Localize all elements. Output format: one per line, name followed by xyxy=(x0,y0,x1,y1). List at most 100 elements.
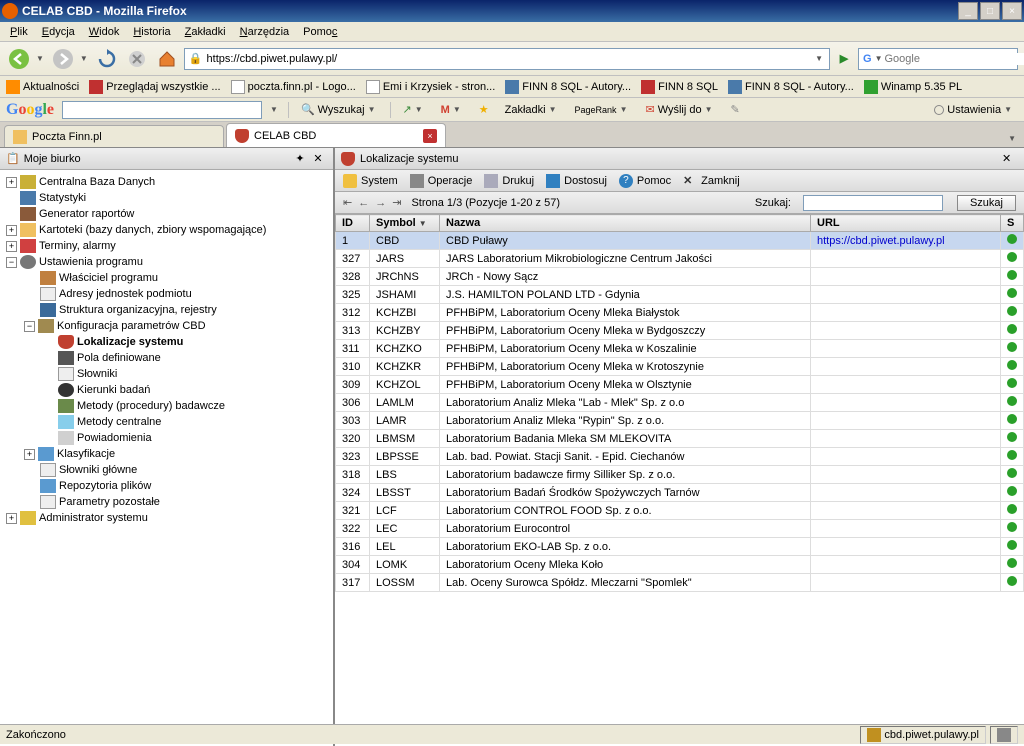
google-wyslij[interactable]: ✉Wyślij do▼ xyxy=(641,103,718,116)
bookmark-przegladaj[interactable]: Przeglądaj wszystkie ... xyxy=(89,80,220,94)
table-row[interactable]: 322LECLaboratorium Eurocontrol xyxy=(336,520,1024,538)
tree-node-powiadomienia[interactable]: Powiadomienia xyxy=(0,430,333,446)
grid-search-button[interactable]: Szukaj xyxy=(957,195,1016,211)
search-input[interactable] xyxy=(884,53,1024,65)
forward-dropdown[interactable]: ▼ xyxy=(78,54,90,63)
cell-url[interactable]: https://cbd.piwet.pulawy.pl xyxy=(811,232,1001,250)
table-row[interactable]: 312KCHZBIPFHBiPM, Laboratorium Oceny Mle… xyxy=(336,304,1024,322)
toolbar-system[interactable]: System xyxy=(343,174,398,188)
tab-poczta[interactable]: Poczta Finn.pl xyxy=(4,125,224,147)
table-row[interactable]: 328JRChNSJRCh - Nowy Sącz xyxy=(336,268,1024,286)
tree-node-slowniki-glowne[interactable]: Słowniki główne xyxy=(0,462,333,478)
url-bar[interactable]: 🔒 ▼ xyxy=(184,48,830,70)
bookmark-poczta[interactable]: poczta.finn.pl - Logo... xyxy=(231,80,356,94)
table-row[interactable]: 325JSHAMIJ.S. HAMILTON POLAND LTD - Gdyn… xyxy=(336,286,1024,304)
close-window-button[interactable]: × xyxy=(1002,2,1022,20)
google-gmail[interactable]: M▼ xyxy=(437,104,467,116)
google-ustawienia[interactable]: Ustawienia▼ xyxy=(930,104,1018,116)
minimize-button[interactable]: _ xyxy=(958,2,978,20)
table-row[interactable]: 303LAMRLaboratorium Analiz Mleka "Rypin"… xyxy=(336,412,1024,430)
forward-button[interactable] xyxy=(50,46,76,72)
table-row[interactable]: 327JARSJARS Laboratorium Mikrobiologiczn… xyxy=(336,250,1024,268)
toolbar-zamknij[interactable]: ✕Zamknij xyxy=(683,174,740,188)
tree-node-repozytoria[interactable]: Repozytoria plików xyxy=(0,478,333,494)
table-row[interactable]: 304LOMKLaboratorium Oceny Mleka Koło xyxy=(336,556,1024,574)
table-row[interactable]: 323LBPSSELab. bad. Powiat. Stacji Sanit.… xyxy=(336,448,1024,466)
tree-node-parametry[interactable]: Parametry pozostałe xyxy=(0,494,333,510)
bookmark-finn3[interactable]: FINN 8 SQL - Autory... xyxy=(728,80,854,94)
tree-node-gen[interactable]: Generator raportów xyxy=(0,206,333,222)
menu-historia[interactable]: Historia xyxy=(127,24,176,40)
table-row[interactable]: 313KCHZBYPFHBiPM, Laboratorium Oceny Mle… xyxy=(336,322,1024,340)
tab-close-button[interactable]: × xyxy=(423,129,437,143)
table-row[interactable]: 316LELLaboratorium EKO-LAB Sp. z o.o. xyxy=(336,538,1024,556)
menu-pomoc[interactable]: Pomoc xyxy=(297,24,343,40)
url-input[interactable] xyxy=(207,53,816,65)
toolbar-dostosuj[interactable]: Dostosuj xyxy=(546,174,607,188)
menu-plik[interactable]: Plik xyxy=(4,24,34,40)
bookmark-aktualnosci[interactable]: Aktualności xyxy=(6,80,79,94)
stop-button[interactable] xyxy=(124,46,150,72)
tab-list-dropdown[interactable]: ▼ xyxy=(1004,130,1020,147)
page-prev-button[interactable]: ← xyxy=(358,197,369,209)
tree-node-slowniki[interactable]: Słowniki xyxy=(0,366,333,382)
google-share[interactable]: ↗▼ xyxy=(399,103,429,116)
google-pagerank[interactable]: PageRank▼ xyxy=(571,105,634,115)
table-row[interactable]: 310KCHZKRPFHBiPM, Laboratorium Oceny Mle… xyxy=(336,358,1024,376)
content-close-button[interactable]: ✕ xyxy=(1002,152,1018,166)
back-button[interactable] xyxy=(6,46,32,72)
page-next-button[interactable]: → xyxy=(375,197,386,209)
page-first-button[interactable]: ⇤ xyxy=(343,196,352,209)
col-nazwa[interactable]: Nazwa xyxy=(440,215,811,232)
tree-node-wlasciciel[interactable]: Właściciel programu xyxy=(0,270,333,286)
page-last-button[interactable]: ⇥ xyxy=(392,196,401,209)
table-row[interactable]: 318LBSLaboratorium badawcze firmy Sillik… xyxy=(336,466,1024,484)
menu-zakladki[interactable]: Zakładki xyxy=(179,24,232,40)
table-row[interactable]: 317LOSSMLab. Oceny Surowca Spółdz. Mlecz… xyxy=(336,574,1024,592)
sidebar-refresh-icon[interactable]: ✦ xyxy=(291,151,309,167)
search-engine-dropdown[interactable]: ▼ xyxy=(873,54,885,63)
back-dropdown[interactable]: ▼ xyxy=(34,54,46,63)
google-star[interactable]: ★ xyxy=(475,103,493,116)
table-row[interactable]: 309KCHZOLPFHBiPM, Laboratorium Oceny Mle… xyxy=(336,376,1024,394)
tree-node-metody[interactable]: Metody (procedury) badawcze xyxy=(0,398,333,414)
tree-node-kartoteki[interactable]: +Kartoteki (bazy danych, zbiory wspomaga… xyxy=(0,222,333,238)
bookmark-emi[interactable]: Emi i Krzysiek - stron... xyxy=(366,80,495,94)
tree-node-kierunki[interactable]: Kierunki badań xyxy=(0,382,333,398)
tree-node-cbd[interactable]: +Centralna Baza Danych xyxy=(0,174,333,190)
grid-search-input[interactable] xyxy=(803,195,943,211)
tab-celab[interactable]: CELAB CBD × xyxy=(226,123,446,147)
tree-node-adresy[interactable]: Adresy jednostek podmiotu xyxy=(0,286,333,302)
col-s[interactable]: S xyxy=(1001,215,1024,232)
google-zakladki[interactable]: Zakładki▼ xyxy=(501,104,563,116)
google-search-input[interactable] xyxy=(62,101,262,119)
tree-node-lokalizacje[interactable]: Lokalizacje systemu xyxy=(0,334,333,350)
bookmark-finn1[interactable]: FINN 8 SQL - Autory... xyxy=(505,80,631,94)
table-row[interactable]: 321LCFLaboratorium CONTROL FOOD Sp. z o.… xyxy=(336,502,1024,520)
tree-node-metody-centralne[interactable]: Metody centralne xyxy=(0,414,333,430)
col-symbol[interactable]: Symbol▼ xyxy=(370,215,440,232)
menu-narzedzia[interactable]: Narzędzia xyxy=(234,24,296,40)
table-row[interactable]: 311KCHZKOPFHBiPM, Laboratorium Oceny Mle… xyxy=(336,340,1024,358)
tree-node-struktura[interactable]: Struktura organizacyjna, rejestry xyxy=(0,302,333,318)
tree-node-klasyfikacje[interactable]: +Klasyfikacje xyxy=(0,446,333,462)
tree-node-ustawienia[interactable]: −Ustawienia programu xyxy=(0,254,333,270)
col-id[interactable]: ID xyxy=(336,215,370,232)
tree-node-terminy[interactable]: +Terminy, alarmy xyxy=(0,238,333,254)
menu-widok[interactable]: Widok xyxy=(83,24,126,40)
go-button[interactable]: ▶ xyxy=(834,49,854,69)
tree-node-konfiguracja[interactable]: −Konfiguracja parametrów CBD xyxy=(0,318,333,334)
col-url[interactable]: URL xyxy=(811,215,1001,232)
google-search-dd[interactable]: ▼ xyxy=(268,105,280,114)
menu-edycja[interactable]: Edycja xyxy=(36,24,81,40)
tree-node-admin[interactable]: +Administrator systemu xyxy=(0,510,333,526)
google-edit[interactable]: ✎ xyxy=(727,103,744,116)
home-button[interactable] xyxy=(154,46,180,72)
bookmark-winamp[interactable]: Winamp 5.35 PL xyxy=(864,80,962,94)
url-dropdown[interactable]: ▼ xyxy=(813,54,825,63)
maximize-button[interactable]: □ xyxy=(980,2,1000,20)
table-row[interactable]: 324LBSSTLaboratorium Badań Środków Spoży… xyxy=(336,484,1024,502)
search-box[interactable]: G▼ 🔍 xyxy=(858,48,1018,70)
table-row[interactable]: 1CBDCBD Puławyhttps://cbd.piwet.pulawy.p… xyxy=(336,232,1024,250)
tree-node-stat[interactable]: Statystyki xyxy=(0,190,333,206)
